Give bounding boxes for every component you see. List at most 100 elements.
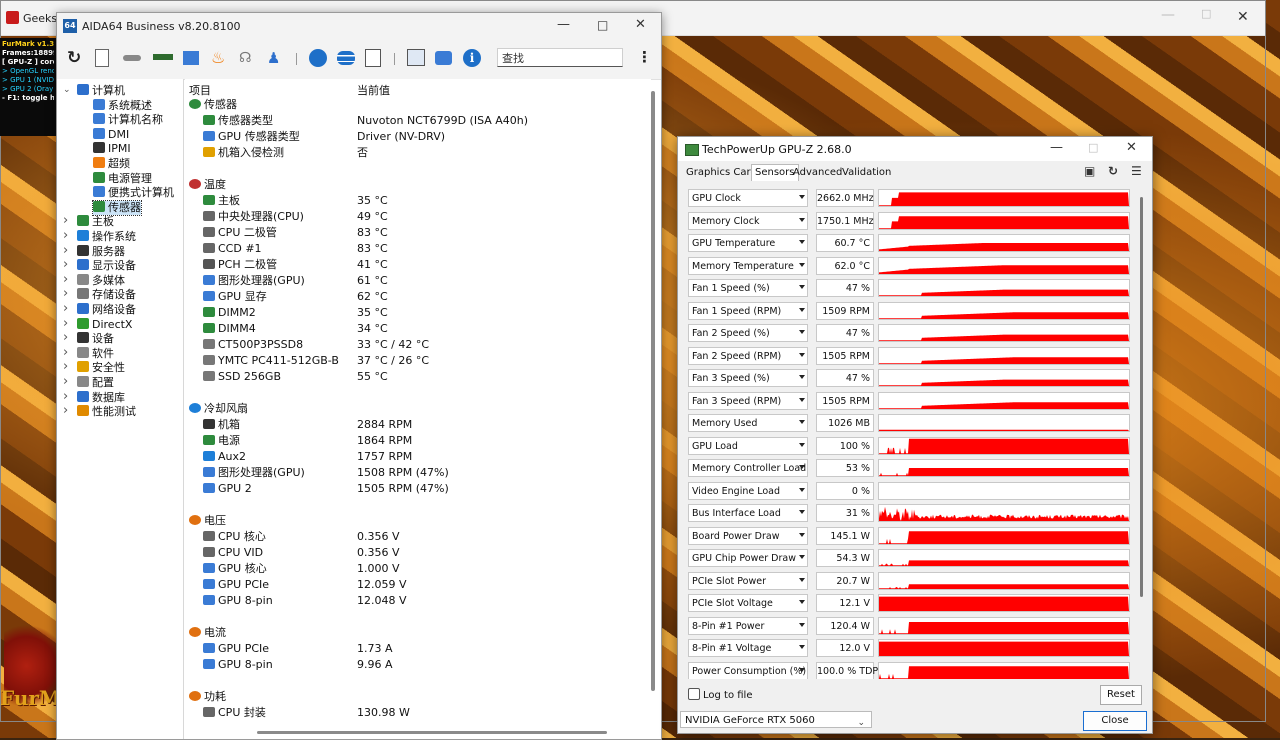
furmark-maximize-button[interactable]: □ (1201, 7, 1211, 20)
chevron-right-icon[interactable]: › (63, 228, 68, 243)
sensor-name-dropdown[interactable]: GPU Clock (688, 189, 808, 207)
tree-item[interactable]: 系统概述 (93, 98, 152, 113)
tree-item[interactable]: 电源管理 (93, 171, 152, 186)
search-input[interactable]: 查找 (497, 48, 623, 67)
sensor-name-dropdown[interactable]: Memory Controller Load (688, 459, 808, 477)
report-icon[interactable] (95, 49, 109, 67)
sensor-name-dropdown[interactable]: GPU Load (688, 436, 808, 455)
list-item[interactable]: 图形处理器(GPU) (203, 273, 305, 288)
sensor-name-dropdown[interactable]: Fan 2 Speed (RPM) (688, 346, 808, 365)
storage-toolbar-icon[interactable] (123, 55, 141, 61)
refresh-icon[interactable]: ↻ (1108, 164, 1118, 178)
info-icon[interactable]: i (463, 49, 481, 67)
tree-item[interactable]: 网络设备 (77, 303, 136, 317)
list-item[interactable]: CPU VID (203, 545, 263, 560)
tree-item[interactable]: DMI (93, 127, 129, 142)
list-item[interactable]: Aux2 (203, 449, 246, 464)
list-item[interactable]: CPU 二极管 (203, 225, 277, 240)
sensor-name-dropdown[interactable]: Video Engine Load (688, 481, 808, 500)
sensor-name-dropdown[interactable]: Memory Used (688, 414, 808, 432)
tree-item[interactable]: 多媒体 (77, 273, 125, 288)
chevron-right-icon[interactable]: › (63, 389, 68, 404)
list-item[interactable]: GPU 传感器类型 (203, 129, 300, 144)
gpu-toolbar-icon[interactable] (183, 51, 199, 65)
checkbox-box[interactable] (688, 688, 700, 700)
list-item[interactable]: GPU 8-pin (203, 593, 273, 608)
section-header[interactable]: 传感器 (189, 97, 237, 112)
tree-item[interactable]: 计算机名称 (93, 113, 163, 127)
sensor-name-dropdown[interactable]: Memory Clock (688, 211, 808, 230)
tree-item[interactable]: 计算机 (77, 84, 125, 98)
list-item[interactable]: CCD #1 (203, 241, 262, 256)
section-header[interactable]: 冷却风扇 (189, 401, 248, 416)
tab-graphics-card[interactable]: Graphics Card (686, 165, 757, 181)
sensor-name-dropdown[interactable]: Bus Interface Load (688, 504, 808, 522)
sensor-name-dropdown[interactable]: PCIe Slot Power (688, 571, 808, 590)
sensor-name-dropdown[interactable]: Board Power Draw (688, 526, 808, 545)
list-item[interactable]: 中央处理器(CPU) (203, 209, 304, 224)
chevron-right-icon[interactable]: › (63, 403, 68, 418)
chevron-right-icon[interactable]: › (63, 374, 68, 389)
chevron-right-icon[interactable]: › (63, 243, 68, 258)
network-toolbar-icon[interactable]: ☊ (239, 49, 257, 67)
tree-item[interactable]: 软件 (77, 346, 114, 361)
list-item[interactable]: GPU 核心 (203, 561, 267, 576)
column-header-item[interactable]: 项目 (189, 82, 211, 98)
log-to-file-checkbox[interactable]: Log to file (688, 688, 753, 701)
furmark-minimize-button[interactable]: — (1161, 7, 1175, 23)
monitor-icon[interactable] (407, 49, 425, 66)
list-item[interactable]: SSD 256GB (203, 369, 281, 384)
aida64-minimize-button[interactable]: — (557, 17, 570, 32)
chevron-down-icon[interactable]: ⌄ (63, 85, 71, 95)
list-item[interactable]: GPU 2 (203, 481, 252, 496)
tab-sensors[interactable]: Sensors (751, 164, 799, 181)
list-item[interactable]: CPU 封装 (203, 705, 266, 720)
gpuz-close-window-button[interactable]: ✕ (1126, 140, 1137, 155)
column-header-value[interactable]: 当前值 (357, 82, 390, 98)
refresh-icon[interactable]: ↻ (67, 49, 85, 67)
list-item[interactable]: CPU 核心 (203, 529, 266, 544)
tree-item[interactable]: DirectX (77, 317, 132, 332)
sensor-scrollbar[interactable] (1140, 197, 1143, 597)
flame-icon[interactable]: ♨ (211, 49, 229, 67)
gpuz-maximize-button[interactable]: □ (1088, 141, 1098, 154)
gpuz-minimize-button[interactable]: — (1050, 140, 1063, 155)
chevron-right-icon[interactable]: › (63, 257, 68, 272)
list-item[interactable]: CT500P3PSSD8 (203, 337, 303, 352)
reset-button[interactable]: Reset (1100, 685, 1142, 705)
list-item[interactable]: 图形处理器(GPU) (203, 465, 305, 480)
list-item[interactable]: YMTC PC411-512GB-B (203, 353, 339, 368)
chevron-right-icon[interactable]: › (63, 359, 68, 374)
list-item[interactable]: GPU 显存 (203, 289, 267, 304)
sensor-name-dropdown[interactable]: Fan 2 Speed (%) (688, 324, 808, 342)
tree-item[interactable]: 存储设备 (77, 288, 136, 302)
list-item[interactable]: PCH 二极管 (203, 257, 277, 272)
list-item[interactable]: GPU 8-pin (203, 657, 273, 672)
memory-toolbar-icon[interactable] (153, 54, 173, 60)
section-header[interactable]: 电流 (189, 625, 226, 640)
close-button[interactable]: Close (1083, 711, 1147, 731)
tree-item[interactable]: 操作系统 (77, 230, 136, 244)
more-menu-icon[interactable]: ⋮ (637, 49, 652, 65)
list-item[interactable]: 主板 (203, 193, 240, 208)
gpu-select-dropdown[interactable]: NVIDIA GeForce RTX 5060 ⌄ (680, 711, 872, 728)
list-item[interactable]: DIMM4 (203, 321, 256, 336)
tree-item[interactable]: 传感器 (92, 199, 142, 216)
vertical-scrollbar[interactable] (651, 91, 655, 691)
chevron-right-icon[interactable]: › (63, 330, 68, 345)
furmark-close-button[interactable]: ✕ (1237, 9, 1249, 25)
sensor-name-dropdown[interactable]: Fan 3 Speed (RPM) (688, 391, 808, 410)
chevron-right-icon[interactable]: › (63, 213, 68, 228)
tab-validation[interactable]: Validation (842, 165, 891, 181)
tab-advanced[interactable]: Advanced (793, 165, 842, 181)
tree-item[interactable]: 服务器 (77, 244, 125, 259)
tree-item[interactable]: 性能测试 (77, 405, 136, 419)
list-item[interactable]: DIMM2 (203, 305, 256, 320)
list-item[interactable]: 机箱 (203, 417, 240, 432)
sensor-name-dropdown[interactable]: Fan 3 Speed (%) (688, 369, 808, 387)
section-header[interactable]: 功耗 (189, 689, 226, 704)
list-item[interactable]: GPU PCIe (203, 641, 269, 656)
sensor-name-dropdown[interactable]: Memory Temperature (688, 256, 808, 275)
menu-icon[interactable]: ☰ (1131, 164, 1142, 178)
tree-item[interactable]: 配置 (77, 376, 114, 390)
